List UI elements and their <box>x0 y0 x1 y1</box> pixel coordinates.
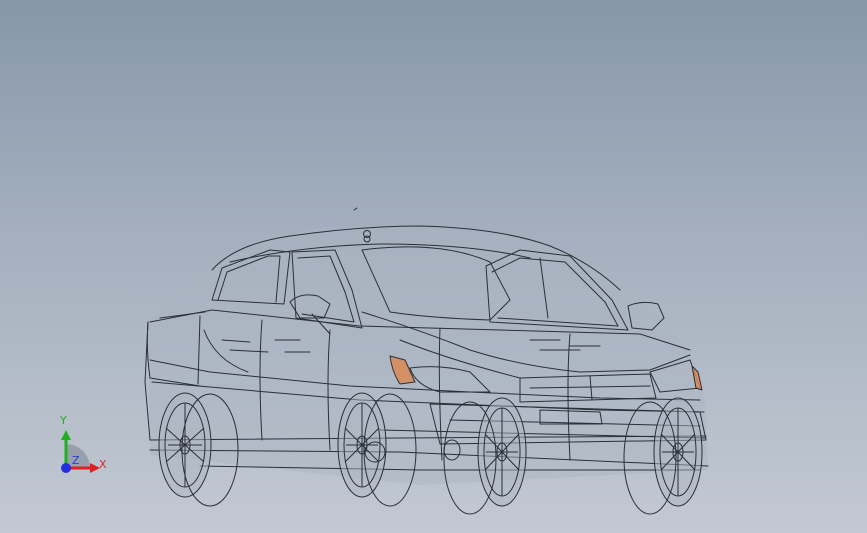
coordinate-triad: Y Z X <box>52 410 122 480</box>
y-axis-label: Y <box>60 414 67 427</box>
graphics-viewport[interactable]: Y Z X <box>0 0 867 533</box>
z-axis-label: Z <box>72 454 80 467</box>
car-wireframe-model[interactable] <box>0 0 867 533</box>
x-axis-label: X <box>99 458 107 471</box>
